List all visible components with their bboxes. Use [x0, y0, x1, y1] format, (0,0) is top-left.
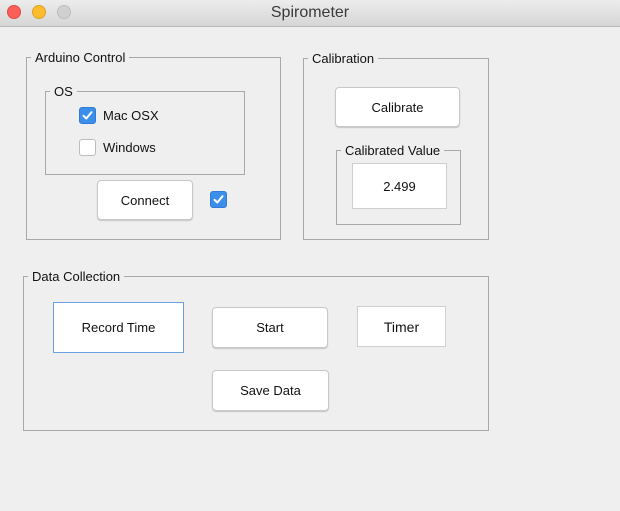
mac-osx-checkbox[interactable]	[79, 107, 96, 124]
calibrated-value-field: 2.499	[352, 163, 447, 209]
title-bar[interactable]: Spirometer	[0, 0, 620, 27]
calibrated-value-group: Calibrated Value 2.499	[336, 143, 461, 225]
arduino-control-legend: Arduino Control	[31, 50, 130, 66]
arduino-control-group: Arduino Control OS Mac OSX Windows Conne…	[26, 50, 281, 240]
data-collection-legend: Data Collection	[28, 269, 125, 285]
calibration-group: Calibration Calibrate Calibrated Value 2…	[303, 51, 489, 240]
windows-label: Windows	[103, 140, 156, 155]
save-data-button[interactable]: Save Data	[212, 370, 329, 411]
app-window: Spirometer Arduino Control OS Mac OSX Wi…	[0, 0, 620, 511]
connected-checkbox[interactable]	[210, 191, 227, 208]
mac-osx-label: Mac OSX	[103, 108, 159, 123]
window-title: Spirometer	[270, 4, 350, 21]
checkmark-icon	[213, 195, 224, 204]
os-legend: OS	[50, 84, 77, 100]
record-time-field[interactable]: Record Time	[53, 302, 184, 353]
connect-button[interactable]: Connect	[97, 180, 193, 220]
timer-display: Timer	[357, 306, 446, 347]
calibration-legend: Calibration	[308, 51, 379, 67]
checkmark-icon	[82, 111, 93, 120]
os-group: OS	[45, 84, 245, 175]
calibrated-value-legend: Calibrated Value	[341, 143, 445, 159]
calibrate-button[interactable]: Calibrate	[335, 87, 460, 127]
data-collection-group: Data Collection Record Time Start Timer …	[23, 269, 489, 431]
windows-checkbox[interactable]	[79, 139, 96, 156]
start-button[interactable]: Start	[212, 307, 328, 348]
